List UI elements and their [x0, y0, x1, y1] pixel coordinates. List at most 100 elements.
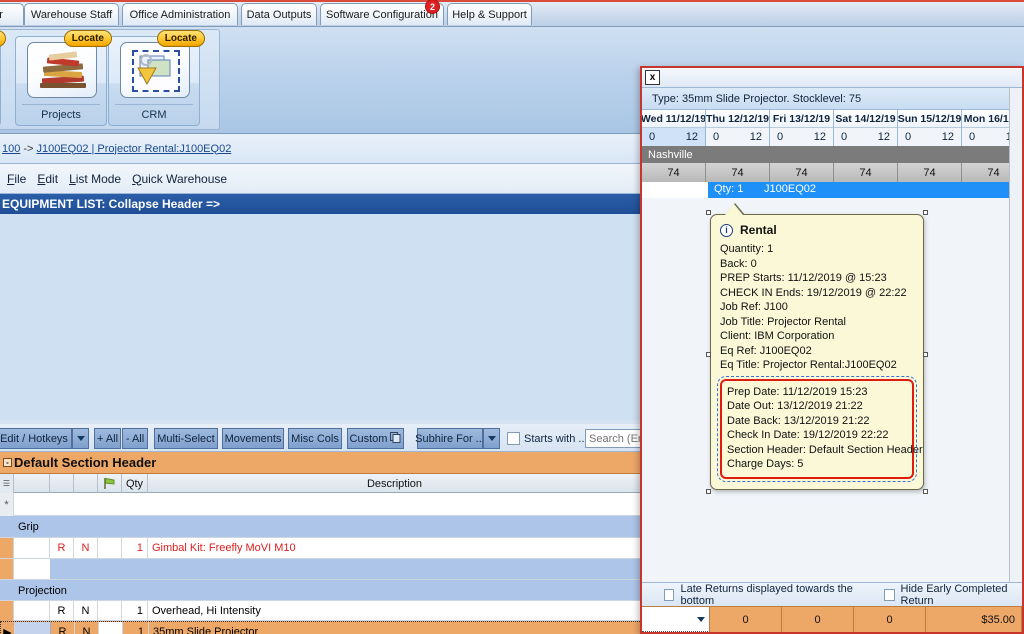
tab-data-outputs[interactable]: Data Outputs	[241, 3, 317, 25]
remove-all-button[interactable]: - All	[122, 428, 148, 449]
overlay-vertical-scrollbar[interactable]	[1009, 88, 1022, 582]
day-column-0[interactable]: Wed 11/12/19 0 12	[642, 110, 706, 146]
cell-r: R	[51, 622, 75, 634]
expand-icon[interactable]: -	[3, 458, 12, 467]
col-blank-3	[74, 474, 98, 493]
breadcrumb-root[interactable]: 100	[2, 143, 20, 155]
col-description: Description	[148, 474, 642, 493]
col-blank-1	[14, 474, 50, 493]
selection-handle[interactable]	[706, 210, 711, 215]
day-right-value: 12	[686, 131, 698, 143]
row-selector-arrow[interactable]: ▶	[1, 622, 15, 634]
divider	[22, 104, 100, 105]
day-left-value: 0	[777, 131, 783, 143]
selection-handle[interactable]	[706, 489, 711, 494]
totals-dropdown-cell[interactable]	[642, 607, 710, 632]
breadcrumb-separator: ->	[23, 143, 33, 155]
cell-r: R	[50, 601, 74, 621]
envelope-icon	[120, 42, 190, 98]
ribbon-button-partial[interactable]: Locate	[0, 36, 1, 126]
locate-badge[interactable]: Locate	[0, 30, 6, 47]
spacer-gap	[14, 559, 50, 579]
envelope-glyph	[132, 50, 180, 92]
stock-value: 74	[898, 163, 962, 182]
tab-help-support[interactable]: Help & Support	[447, 3, 532, 25]
col-rowhandle: ☰	[0, 474, 14, 493]
cell-description: Overhead, Hi Intensity	[148, 601, 642, 621]
tooltip-highlighted-block: Prep Date: 11/12/2019 15:23 Date Out: 13…	[720, 379, 914, 479]
info-icon: i	[720, 224, 733, 237]
envelope-svg	[134, 52, 178, 90]
add-all-button[interactable]: + All	[94, 428, 121, 449]
overlay-totals-row: 0 0 0 $35.00	[642, 606, 1024, 632]
menu-item-edit[interactable]: Edit	[37, 172, 58, 186]
starts-with-checkbox[interactable]	[507, 432, 520, 445]
multi-select-button[interactable]: Multi-Select	[154, 428, 218, 449]
breadcrumb-current[interactable]: J100EQ02 | Projector Rental:J100EQ02	[36, 143, 231, 155]
tooltip-line: Back: 0	[720, 257, 914, 272]
ribbon-button-crm[interactable]: CRM Locate	[108, 36, 200, 126]
tooltip-highlight-line: Prep Date: 11/12/2019 15:23	[727, 385, 907, 400]
hide-early-checkbox[interactable]	[884, 589, 894, 601]
overlay-booking-bar[interactable]: Qty: 1 J100EQ02	[642, 182, 1022, 198]
selection-handle[interactable]	[706, 352, 711, 357]
tooltip-highlight-line: Charge Days: 5	[727, 457, 907, 472]
menu-item-quick-warehouse[interactable]: Quick Warehouse	[132, 172, 227, 186]
custom-button[interactable]: Custom	[347, 428, 404, 449]
day-left-value: 0	[905, 131, 911, 143]
day-label: Thu 12/12/19	[706, 110, 769, 128]
tooltip-highlight-line: Date Out: 13/12/2019 21:22	[727, 399, 907, 414]
button-label: Multi-Select	[157, 433, 214, 445]
cell-qty: 1	[122, 538, 148, 558]
cell-blank	[15, 622, 51, 634]
label-starts-with: Starts with ...	[524, 433, 588, 445]
overlay-titlebar: x	[642, 68, 1022, 88]
subhire-for-button[interactable]: Subhire For ...	[417, 428, 483, 449]
booking-bar-fill[interactable]	[708, 182, 1022, 198]
group-label: Grip	[18, 516, 318, 538]
cell-flag[interactable]	[98, 601, 122, 621]
cell-description: Gimbal Kit: Freefly MoVI M10	[148, 538, 642, 558]
tooltip-highlight-line: Date Back: 13/12/2019 21:22	[727, 414, 907, 429]
tab-manager[interactable]: ger	[0, 3, 24, 25]
col-qty-label: Qty	[126, 478, 143, 490]
edit-hotkeys-button[interactable]: Edit / Hotkeys	[0, 428, 72, 449]
ribbon-button-projects[interactable]: Projects Locate	[15, 36, 107, 126]
button-label: Misc Cols	[291, 433, 339, 445]
divider	[115, 104, 193, 105]
edit-hotkeys-dropdown[interactable]	[72, 428, 89, 449]
cell-flag[interactable]	[99, 622, 123, 634]
late-returns-checkbox[interactable]	[664, 589, 674, 601]
day-column-2[interactable]: Fri 13/12/19 0 12	[770, 110, 834, 146]
tab-label: ger	[0, 9, 3, 21]
locate-badge-crm[interactable]: Locate	[157, 30, 205, 47]
overlay-location-row: Nashville	[642, 146, 1022, 163]
misc-cols-button[interactable]: Misc Cols	[288, 428, 342, 449]
locate-badge-projects[interactable]: Locate	[64, 30, 112, 47]
menu-item-file[interactable]: File	[7, 172, 26, 186]
selection-handle[interactable]	[923, 210, 928, 215]
tooltip-header: i Rental	[720, 223, 914, 237]
day-values: 0 12	[706, 128, 769, 145]
day-column-4[interactable]: Sun 15/12/19 0 12	[898, 110, 962, 146]
cell-qty: 1	[123, 622, 149, 634]
movements-button[interactable]: Movements	[222, 428, 284, 449]
subhire-for-dropdown[interactable]	[483, 428, 500, 449]
selection-handle[interactable]	[923, 489, 928, 494]
day-column-1[interactable]: Thu 12/12/19 0 12	[706, 110, 770, 146]
chevron-down-icon[interactable]	[697, 617, 705, 622]
cell-n: N	[74, 601, 98, 621]
tab-office-administration[interactable]: Office Administration	[122, 3, 238, 25]
day-left-value: 0	[713, 131, 719, 143]
button-label: Custom	[350, 433, 388, 445]
day-label: Fri 13/12/19	[770, 110, 833, 128]
close-icon[interactable]: x	[645, 70, 660, 85]
menu-item-list-mode[interactable]: List Mode	[69, 172, 121, 186]
tab-warehouse-staff[interactable]: Warehouse Staff	[24, 3, 119, 25]
cell-flag[interactable]	[98, 538, 122, 558]
group-label: Projection	[18, 580, 318, 601]
selection-handle[interactable]	[923, 352, 928, 357]
day-label: Wed 11/12/19	[642, 110, 705, 128]
day-column-3[interactable]: Sat 14/12/19 0 12	[834, 110, 898, 146]
badge-count: 2	[430, 2, 435, 12]
